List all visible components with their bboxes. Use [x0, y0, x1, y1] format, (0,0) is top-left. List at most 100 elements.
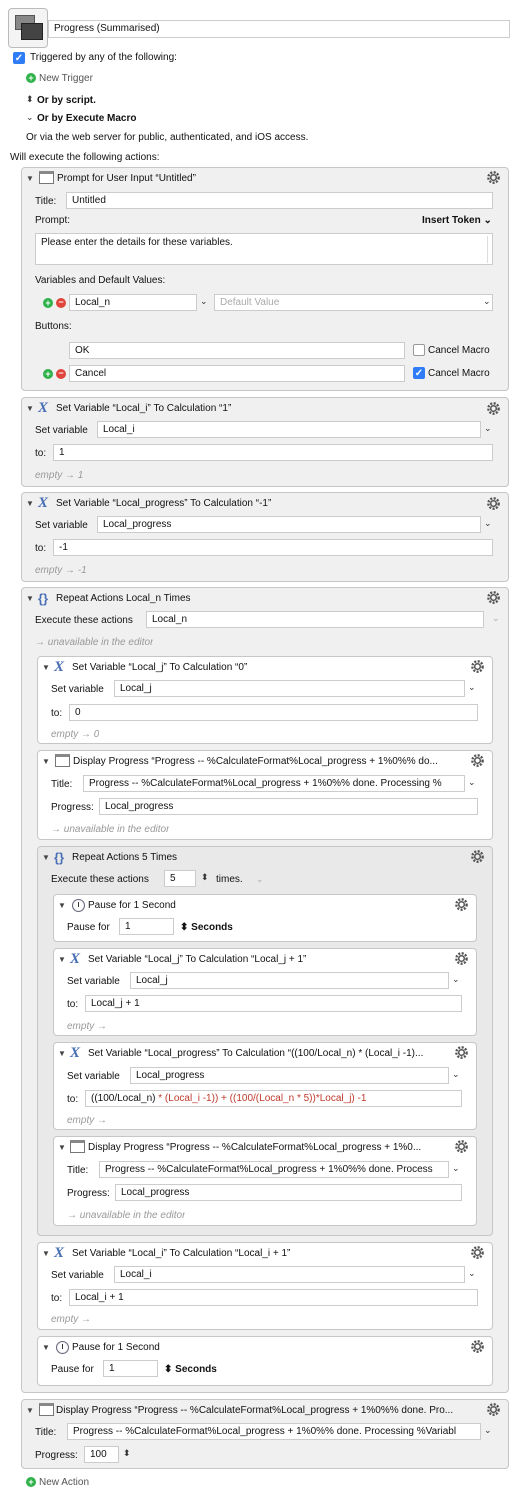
set-progress-value-field[interactable]: -1 — [53, 539, 493, 556]
set-calc-value-field[interactable]: ((100/Local_n) * (Local_i -1)) + ((100/(… — [85, 1090, 462, 1107]
prompt-text-area[interactable]: Please enter the details for these varia… — [35, 233, 493, 265]
collapse-triangle-icon[interactable]: ▼ — [42, 1343, 50, 1352]
button2-field[interactable]: Cancel — [69, 365, 405, 382]
pause1-unit-menu[interactable]: ⬍ Seconds — [180, 922, 233, 933]
button1-field[interactable]: OK — [69, 342, 405, 359]
gear-icon[interactable] — [486, 496, 501, 511]
set-j0-value-field[interactable]: 0 — [69, 704, 478, 721]
display1-title-field[interactable]: Progress -- %CalculateFormat%Local_progr… — [83, 775, 465, 792]
remove-variable-icon[interactable]: − — [56, 298, 66, 308]
gear-icon[interactable] — [454, 897, 469, 912]
collapse-triangle-icon[interactable]: ▼ — [26, 594, 34, 603]
collapse-triangle-icon[interactable]: ▼ — [58, 955, 66, 964]
collapse-triangle-icon[interactable]: ▼ — [58, 1143, 66, 1152]
display3-progress-field[interactable]: 100 — [84, 1446, 119, 1463]
gear-icon[interactable] — [454, 951, 469, 966]
or-by-script-label[interactable]: Or by script. — [37, 95, 96, 106]
gear-icon[interactable] — [486, 401, 501, 416]
set-i-variable-field[interactable]: Local_i — [97, 421, 481, 438]
new-action-link[interactable]: New Action — [39, 1477, 89, 1488]
set-calc-status: empty → — [67, 1115, 108, 1126]
gear-icon[interactable] — [470, 1339, 485, 1354]
updown-chevron-icon[interactable]: ⬍ — [26, 94, 34, 105]
set-i2-value-field[interactable]: Local_i + 1 — [69, 1289, 478, 1306]
display2-title-field[interactable]: Progress -- %CalculateFormat%Local_progr… — [99, 1161, 449, 1178]
new-action-add-icon[interactable]: + — [26, 1477, 36, 1487]
triggered-checkbox[interactable]: ✓ — [13, 52, 25, 64]
collapse-triangle-icon[interactable]: ▼ — [26, 1406, 34, 1415]
gear-icon[interactable] — [470, 753, 485, 768]
gear-icon[interactable] — [486, 170, 501, 185]
set-i-value-field[interactable]: 1 — [53, 444, 493, 461]
collapse-triangle-icon[interactable]: ▼ — [42, 663, 50, 672]
gear-icon[interactable] — [454, 1139, 469, 1154]
variable-dropdown-icon[interactable]: ⌄ — [468, 1268, 476, 1279]
variable-dropdown-icon[interactable]: ⌄ — [452, 974, 460, 985]
count-dropdown-icon[interactable]: ⌄ — [492, 613, 500, 624]
new-trigger-add-icon[interactable]: + — [26, 73, 36, 83]
insert-token-menu[interactable]: Insert Token ⌄ — [422, 215, 492, 226]
collapse-triangle-icon[interactable]: ▼ — [58, 901, 66, 910]
button1-cancel-checkbox[interactable] — [413, 344, 425, 356]
title-dropdown-icon[interactable]: ⌄ — [452, 1163, 460, 1174]
variable-name-field[interactable]: Local_n — [69, 294, 197, 311]
new-trigger-link[interactable]: New Trigger — [39, 73, 93, 84]
variable-dropdown-icon[interactable]: ⌄ — [200, 296, 208, 307]
set-progress-variable-field[interactable]: Local_progress — [97, 516, 481, 533]
variable-dropdown-icon[interactable]: ⌄ — [484, 423, 492, 434]
collapse-triangle-icon[interactable]: ▼ — [42, 1249, 50, 1258]
repeat-outer-header: Repeat Actions Local_n Times — [56, 593, 191, 604]
default-dropdown-icon[interactable]: ⌄ — [483, 296, 491, 307]
title-dropdown-icon[interactable]: ⌄ — [484, 1425, 492, 1436]
button2-cancel-checkbox[interactable]: ✓ — [413, 367, 425, 379]
set-j-value-field[interactable]: Local_j + 1 — [85, 995, 462, 1012]
set-i2-header: Set Variable “Local_i” To Calculation “L… — [72, 1248, 291, 1259]
collapse-triangle-icon[interactable]: ▼ — [26, 499, 34, 508]
remove-button-icon[interactable]: − — [56, 369, 66, 379]
set-i2-variable-field[interactable]: Local_i — [114, 1266, 465, 1283]
gear-icon[interactable] — [470, 849, 485, 864]
variable-x-icon: X — [38, 495, 49, 511]
collapse-triangle-icon[interactable]: ▼ — [58, 1049, 66, 1058]
variable-dropdown-icon[interactable]: ⌄ — [468, 682, 476, 693]
set-j0-variable-field[interactable]: Local_j — [114, 680, 465, 697]
count-stepper-icon[interactable]: ⬍ — [201, 872, 209, 883]
set-calc-variable-field[interactable]: Local_progress — [130, 1067, 449, 1084]
display1-progress-field[interactable]: Local_progress — [99, 798, 478, 815]
add-button-icon[interactable]: + — [43, 369, 53, 379]
macro-icon[interactable] — [8, 8, 48, 48]
set-variable-label: Set variable — [51, 1270, 104, 1281]
macro-name-field[interactable]: Progress (Summarised) — [48, 20, 510, 38]
gear-icon[interactable] — [486, 590, 501, 605]
collapse-triangle-icon[interactable]: ▼ — [42, 757, 50, 766]
gear-icon[interactable] — [470, 659, 485, 674]
default-value-field[interactable]: Default Value — [214, 294, 493, 311]
pause1-value-field[interactable]: 1 — [119, 918, 174, 935]
progress-stepper-icon[interactable]: ⬍ — [123, 1448, 131, 1459]
repeat-outer-count-field[interactable]: Local_n — [146, 611, 484, 628]
variable-dropdown-icon[interactable]: ⌄ — [452, 1069, 460, 1080]
display3-title-field[interactable]: Progress -- %CalculateFormat%Local_progr… — [67, 1423, 481, 1440]
gear-icon[interactable] — [454, 1045, 469, 1060]
set-variable-label: Set variable — [67, 976, 120, 987]
chevron-down-icon[interactable]: ⌄ — [26, 112, 34, 123]
set-calc-header: Set Variable “Local_progress” To Calcula… — [88, 1048, 424, 1059]
title-dropdown-icon[interactable]: ⌄ — [468, 777, 476, 788]
set-variable-label: Set variable — [35, 425, 88, 436]
collapse-triangle-icon[interactable]: ▼ — [26, 404, 34, 413]
pause2-value-field[interactable]: 1 — [103, 1360, 158, 1377]
gear-icon[interactable] — [470, 1245, 485, 1260]
prompt-title-field[interactable]: Untitled — [66, 192, 493, 209]
collapse-triangle-icon[interactable]: ▼ — [42, 853, 50, 862]
gear-icon[interactable] — [486, 1402, 501, 1417]
pause2-unit-menu[interactable]: ⬍ Seconds — [164, 1364, 217, 1375]
display2-progress-field[interactable]: Local_progress — [115, 1184, 462, 1201]
or-by-execute-label[interactable]: Or by Execute Macro — [37, 113, 136, 124]
variable-dropdown-icon[interactable]: ⌄ — [484, 518, 492, 529]
times-dropdown-icon[interactable]: ⌄ — [256, 874, 264, 885]
add-variable-icon[interactable]: + — [43, 298, 53, 308]
collapse-triangle-icon[interactable]: ▼ — [26, 174, 34, 183]
set-j-variable-field[interactable]: Local_j — [130, 972, 449, 989]
set-j-header: Set Variable “Local_j” To Calculation “L… — [88, 954, 307, 965]
repeat-inner-count-field[interactable]: 5 — [164, 870, 196, 887]
